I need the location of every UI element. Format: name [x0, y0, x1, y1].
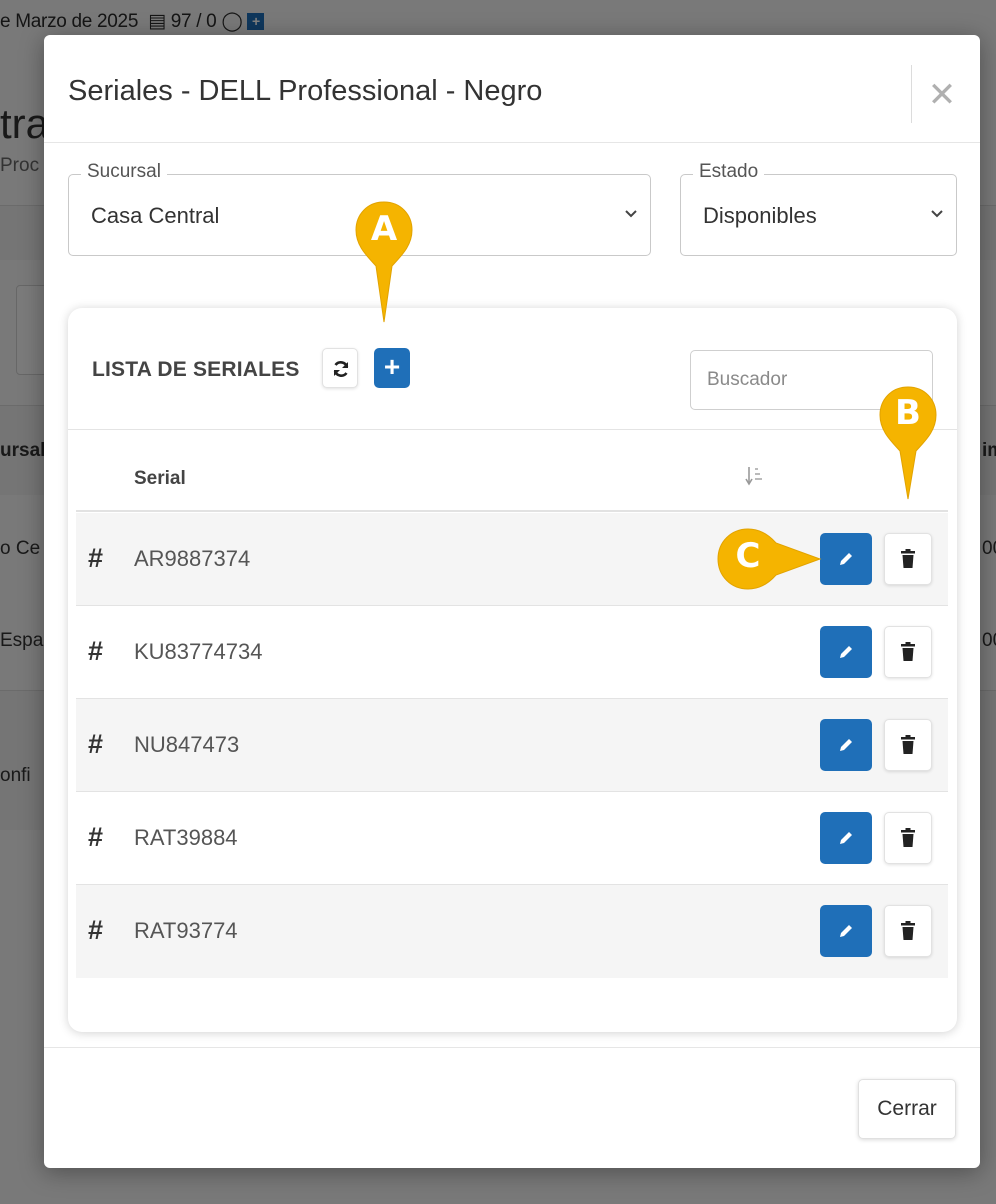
add-serial-button[interactable]: + — [374, 348, 410, 388]
pencil-icon — [840, 739, 852, 751]
header-divider — [911, 65, 912, 123]
table-row: # KU83774734 — [76, 606, 948, 699]
serial-value: NU847473 — [134, 732, 240, 757]
edit-button[interactable] — [820, 719, 872, 771]
estado-value: Disponibles — [703, 203, 817, 228]
annotation-label-c: C — [735, 536, 761, 576]
footer-divider — [44, 1047, 980, 1048]
annotation-label-b: B — [895, 393, 921, 433]
serials-modal: Seriales - DELL Professional - Negro ✕ S… — [44, 35, 980, 1168]
hash-icon: # — [88, 729, 104, 759]
serial-value: AR9887374 — [134, 546, 251, 571]
estado-label: Estado — [693, 161, 765, 183]
serial-value: RAT39884 — [134, 825, 238, 850]
serials-list-card: LISTA DE SERIALES + Serial # AR9 — [68, 308, 957, 1032]
pencil-icon — [840, 553, 852, 565]
serial-value: RAT93774 — [134, 918, 238, 943]
table-header: Serial — [76, 430, 948, 512]
annotation-marker-a: A — [352, 198, 416, 326]
edit-button[interactable] — [820, 905, 872, 957]
trash-icon — [901, 549, 915, 568]
serial-value: KU83774734 — [134, 639, 263, 664]
trash-icon — [901, 735, 915, 754]
trash-icon — [901, 642, 915, 661]
delete-button[interactable] — [884, 905, 932, 957]
sucursal-value: Casa Central — [91, 203, 220, 228]
annotation-label-a: A — [370, 209, 398, 249]
cerrar-button[interactable]: Cerrar — [858, 1079, 956, 1139]
close-icon[interactable]: ✕ — [924, 75, 960, 115]
table-row: # RAT39884 — [76, 792, 948, 885]
table-row: # NU847473 — [76, 699, 948, 792]
chevron-down-icon — [625, 210, 637, 218]
modal-header: Seriales - DELL Professional - Negro ✕ — [44, 35, 980, 143]
hash-icon: # — [88, 822, 104, 852]
refresh-button[interactable] — [322, 348, 358, 388]
delete-button[interactable] — [884, 812, 932, 864]
hash-icon: # — [88, 636, 104, 666]
trash-icon — [901, 921, 915, 940]
list-title: LISTA DE SERIALES — [92, 358, 300, 381]
sort-icon[interactable] — [744, 464, 764, 488]
edit-button[interactable] — [820, 812, 872, 864]
edit-button[interactable] — [820, 533, 872, 585]
estado-select[interactable]: Estado Disponibles — [680, 161, 957, 256]
pencil-icon — [840, 832, 852, 844]
pencil-icon — [840, 646, 852, 658]
annotation-marker-b: B — [876, 385, 940, 503]
hash-icon: # — [88, 543, 104, 573]
column-serial[interactable]: Serial — [134, 468, 186, 490]
chevron-down-icon — [931, 210, 943, 218]
delete-button[interactable] — [884, 626, 932, 678]
delete-button[interactable] — [884, 533, 932, 585]
refresh-icon — [333, 361, 349, 377]
delete-button[interactable] — [884, 719, 932, 771]
modal-title: Seriales - DELL Professional - Negro — [68, 75, 543, 107]
trash-icon — [901, 828, 915, 847]
edit-button[interactable] — [820, 626, 872, 678]
sucursal-label: Sucursal — [81, 161, 167, 183]
annotation-marker-c: C — [714, 526, 824, 592]
pencil-icon — [840, 925, 852, 937]
hash-icon: # — [88, 915, 104, 945]
table-row: # RAT93774 — [76, 885, 948, 978]
